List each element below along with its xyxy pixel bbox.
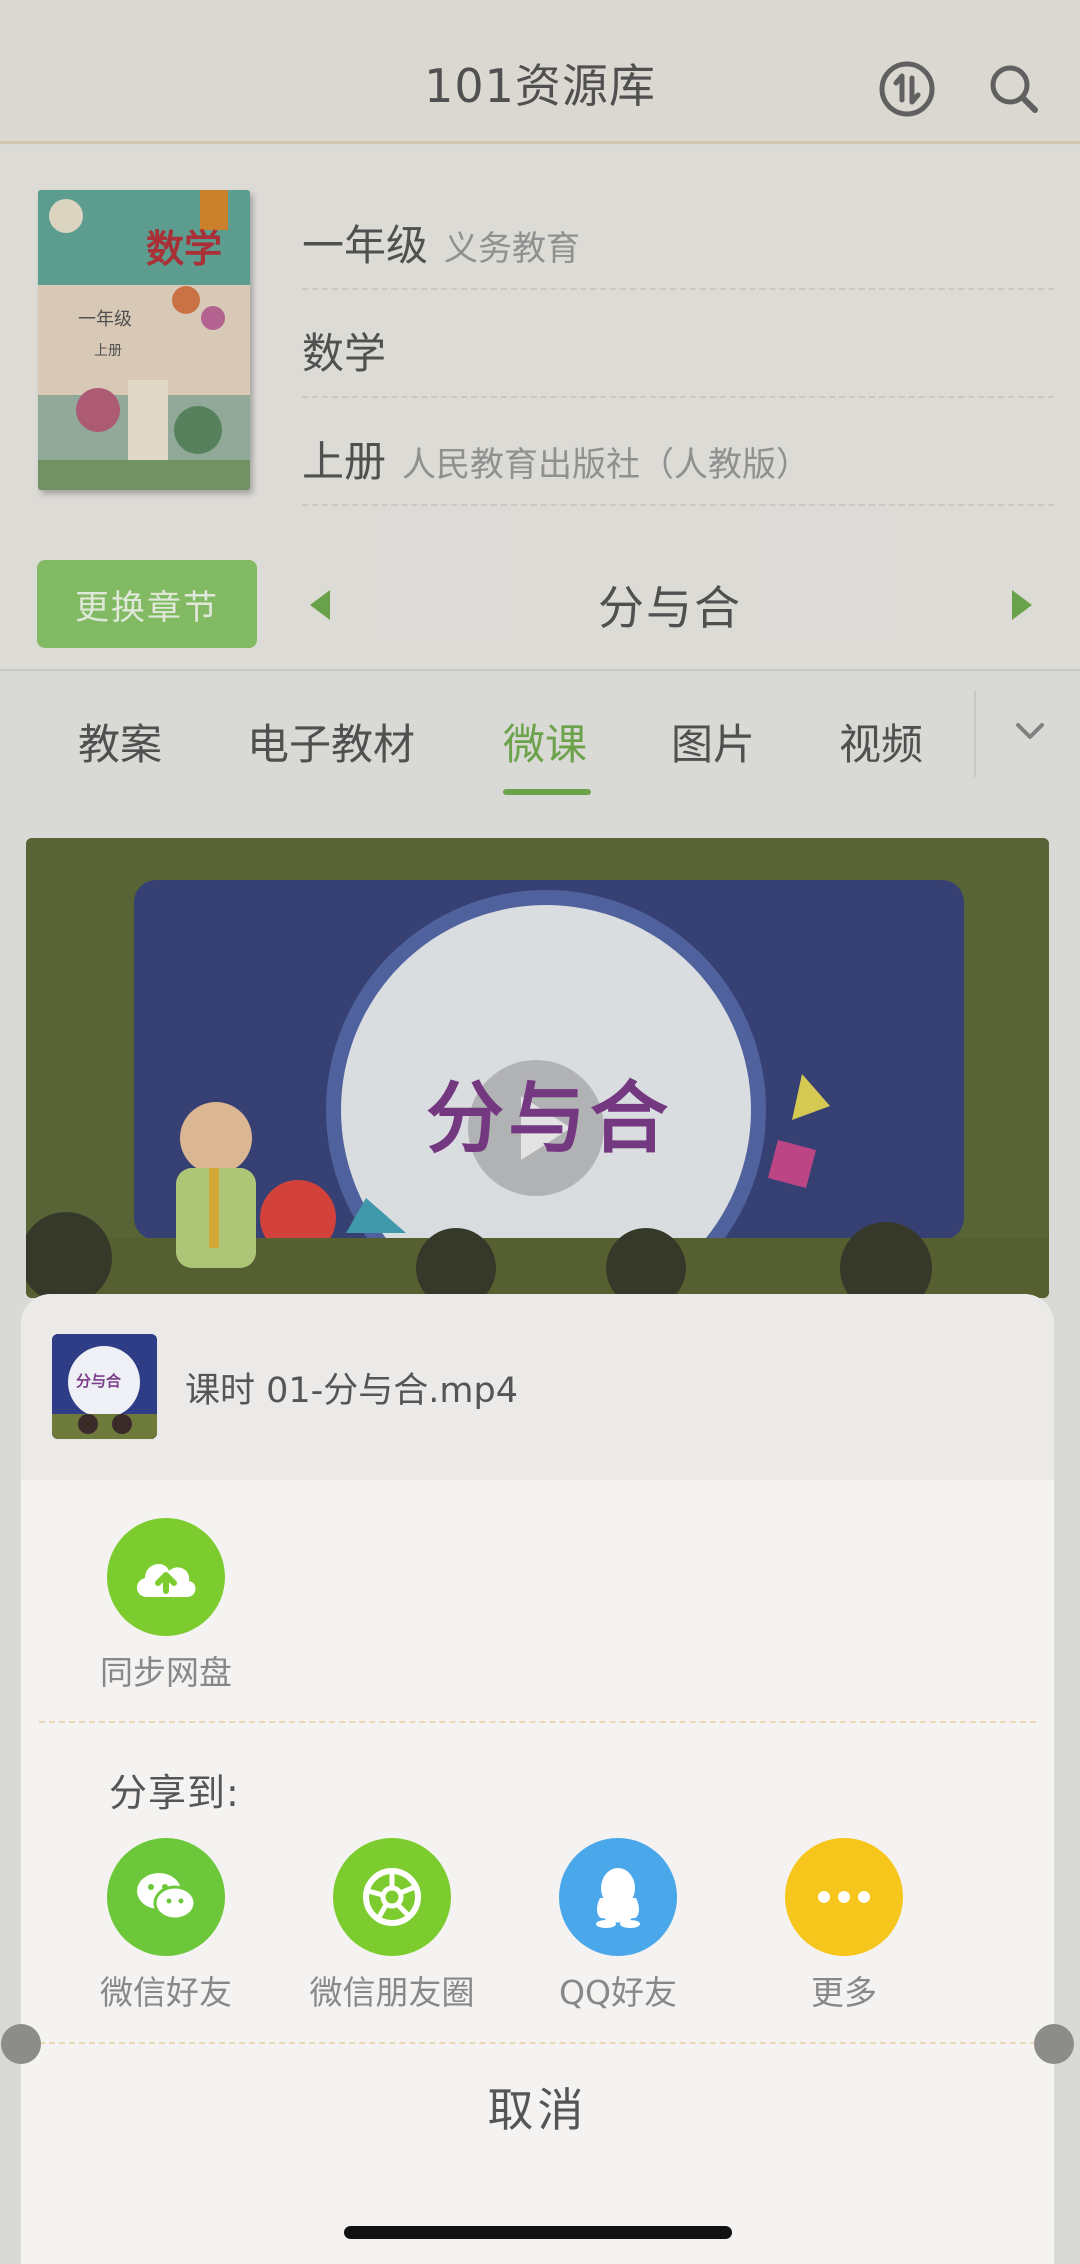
cancel-button[interactable]: 取消 bbox=[21, 2074, 1054, 2140]
cloud-upload-icon bbox=[107, 1518, 225, 1636]
share-wechat-friend-label: 微信好友 bbox=[100, 1973, 232, 2012]
divider bbox=[39, 2042, 1036, 2044]
sheet-notch-right bbox=[1034, 2024, 1074, 2064]
file-thumbnail: 分与合 bbox=[52, 1334, 157, 1439]
divider bbox=[39, 1721, 1036, 1723]
share-moments-button[interactable]: 微信朋友圈 bbox=[292, 1838, 492, 2014]
share-sheet: 分与合 课时 01-分与合.mp4 同步网盘 分享到: 微信好友 微信朋友圈 Q… bbox=[21, 1294, 1054, 2264]
more-icon bbox=[785, 1838, 903, 1956]
sheet-notch-left bbox=[1, 2024, 41, 2064]
sync-cloud-button[interactable]: 同步网盘 bbox=[66, 1518, 266, 1694]
share-qq-friend-button[interactable]: QQ好友 bbox=[518, 1838, 718, 2014]
share-moments-label: 微信朋友圈 bbox=[309, 1973, 475, 2012]
file-thumbnail-text: 分与合 bbox=[76, 1372, 122, 1390]
qq-icon bbox=[559, 1838, 677, 1956]
moments-icon bbox=[333, 1838, 451, 1956]
share-more-button[interactable]: 更多 bbox=[744, 1838, 944, 2014]
file-header: 分与合 课时 01-分与合.mp4 bbox=[21, 1294, 1054, 1480]
file-name: 课时 01-分与合.mp4 bbox=[185, 1371, 518, 1411]
share-to-heading: 分享到: bbox=[109, 1771, 240, 1815]
share-wechat-friend-button[interactable]: 微信好友 bbox=[66, 1838, 266, 2014]
home-indicator[interactable] bbox=[344, 2226, 732, 2239]
sync-cloud-label: 同步网盘 bbox=[100, 1653, 232, 1692]
share-more-label: 更多 bbox=[811, 1973, 877, 2012]
wechat-icon bbox=[107, 1838, 225, 1956]
share-qq-friend-label: QQ好友 bbox=[559, 1973, 677, 2012]
